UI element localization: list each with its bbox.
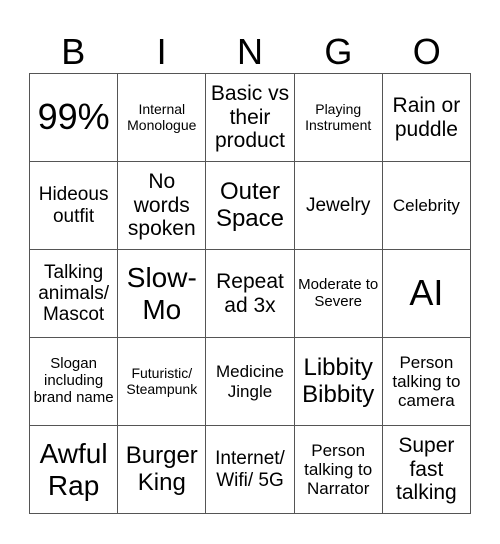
bingo-cell[interactable]: Slow-Mo [118, 250, 207, 338]
cell-text: Jewelry [305, 194, 371, 216]
bingo-cell[interactable]: Moderate to Severe [294, 250, 383, 338]
cell-text: Moderate to Severe [298, 275, 379, 310]
header-letter-o: O [412, 31, 441, 72]
bingo-cell[interactable]: Internet/ Wifi/ 5G [206, 426, 295, 514]
bingo-cell[interactable]: Person talking to camera [382, 338, 471, 426]
bingo-cell[interactable]: 99% [30, 74, 119, 162]
cell-text: Basic vs their product [210, 82, 290, 153]
cell-text: Outer Space [215, 177, 285, 232]
cell-text: No words spoken [127, 170, 196, 241]
cell-text: Internal Monologue [127, 100, 197, 133]
bingo-cell[interactable]: Medicine Jingle [206, 338, 295, 426]
bingo-cell[interactable]: Talking animals/ Mascot [30, 250, 119, 338]
bingo-cell[interactable]: Rain or puddle [382, 74, 471, 162]
bingo-cell[interactable]: Outer Space [206, 162, 295, 250]
cell-text: Slow-Mo [126, 262, 197, 325]
cell-text: Medicine Jingle [215, 362, 285, 401]
bingo-cell[interactable]: Super fast talking [382, 426, 471, 514]
cell-text: Talking animals/ Mascot [38, 261, 109, 326]
bingo-cell[interactable]: Slogan including brand name [30, 338, 119, 426]
bingo-cell[interactable]: Jewelry [294, 162, 383, 250]
cell-text: Hideous outfit [38, 184, 109, 227]
bingo-cell[interactable]: Burger King [118, 426, 207, 514]
cell-text: Libbity Bibbity [302, 353, 375, 408]
bingo-grid: 99% Internal Monologue Basic vs their pr… [29, 73, 471, 514]
cell-text: Person talking to Narrator [304, 440, 373, 499]
cell-text: Internet/ Wifi/ 5G [215, 448, 285, 491]
bingo-cell[interactable]: Internal Monologue [118, 74, 207, 162]
bingo-cell[interactable]: Playing Instrument [294, 74, 383, 162]
header-letter-i: I [156, 31, 167, 72]
cell-text: Celebrity [392, 195, 460, 215]
cell-text: Burger King [125, 441, 198, 496]
bingo-header: B I N G O [29, 30, 471, 73]
cell-text: Slogan including brand name [33, 355, 114, 406]
cell-text: Person talking to camera [392, 352, 461, 411]
bingo-cell[interactable]: Celebrity [382, 162, 471, 250]
cell-text: Awful Rap [39, 438, 108, 501]
cell-text: Super fast talking [396, 434, 457, 505]
bingo-cell[interactable]: Libbity Bibbity [294, 338, 383, 426]
bingo-cell[interactable]: Person talking to Narrator [294, 426, 383, 514]
bingo-cell[interactable]: No words spoken [118, 162, 207, 250]
header-letter-n: N [236, 31, 263, 72]
bingo-cell[interactable]: Futuristic/ Steampunk [118, 338, 207, 426]
header-letter-g: G [324, 31, 353, 72]
cell-text: 99% [37, 96, 110, 138]
bingo-cell[interactable]: Basic vs their product [206, 74, 295, 162]
bingo-cell[interactable]: Repeat ad 3x [206, 250, 295, 338]
header-letter-b: B [61, 31, 86, 72]
bingo-cell[interactable]: Hideous outfit [30, 162, 119, 250]
bingo-cell[interactable]: Awful Rap [30, 426, 119, 514]
bingo-cell[interactable]: AI [382, 250, 471, 338]
cell-text: Playing Instrument [305, 100, 372, 133]
cell-text: AI [409, 272, 444, 314]
cell-text: Repeat ad 3x [216, 269, 284, 317]
cell-text: Rain or puddle [392, 93, 461, 141]
cell-text: Futuristic/ Steampunk [126, 364, 198, 397]
